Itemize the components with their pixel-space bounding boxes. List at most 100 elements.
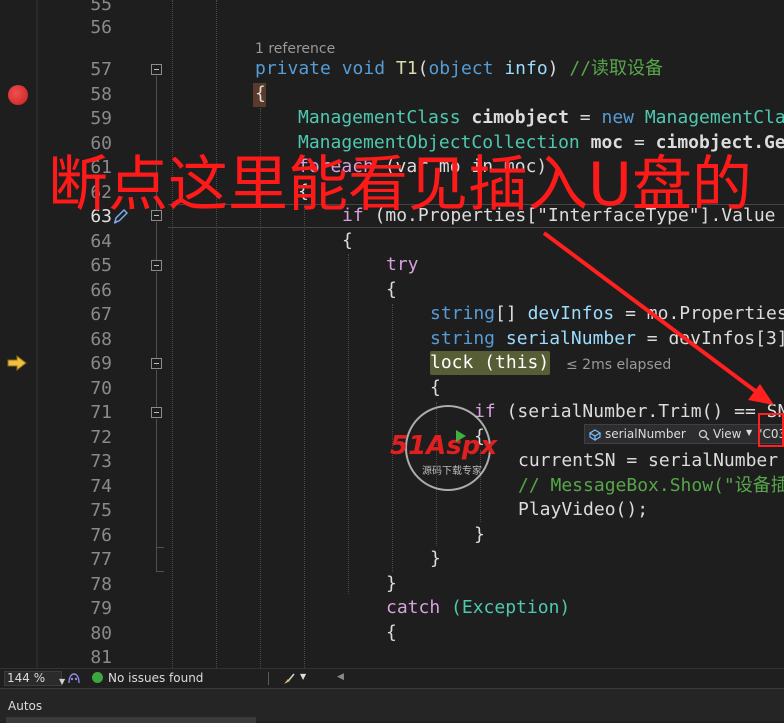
code-token: object — [428, 58, 494, 79]
chevron-down-icon[interactable]: ▼ — [300, 672, 306, 681]
breakpoint-icon[interactable] — [8, 85, 28, 105]
code-line-66[interactable]: { — [386, 278, 397, 302]
line-number: 66 — [90, 280, 112, 301]
code-token: devInfos — [527, 303, 615, 324]
line-number: 56 — [90, 17, 112, 38]
code-token: [] — [495, 303, 517, 324]
code-token: void — [341, 58, 386, 79]
code-line-73[interactable]: currentSN = serialNumber — [518, 449, 778, 473]
code-token: ( — [417, 58, 429, 79]
line-number: 78 — [90, 574, 112, 595]
code-line-58[interactable]: { — [255, 82, 266, 106]
fold-toggle[interactable] — [151, 64, 162, 75]
code-line-79[interactable]: catch (Exception) — [386, 596, 570, 620]
code-line-76[interactable]: } — [474, 523, 485, 547]
editor-status-bar: 144 % ▼ No issues found ▼ ◀ — [0, 668, 784, 688]
annotation-text: 断点这里能看见插入U盘的 — [48, 150, 752, 220]
line-number: 80 — [90, 623, 112, 644]
field-icon — [589, 429, 601, 441]
code-line-80[interactable]: { — [386, 621, 397, 645]
autos-panel-edge — [6, 717, 256, 723]
code-token: = mo.Properties — [625, 303, 784, 324]
fold-toggle[interactable] — [151, 407, 162, 418]
indent-guide — [216, 0, 217, 668]
issues-label: No issues found — [108, 671, 204, 685]
datatip-view-button[interactable]: View — [713, 427, 741, 441]
status-divider — [268, 672, 269, 685]
code-line-78[interactable]: } — [386, 572, 397, 596]
code-token: } — [474, 524, 485, 545]
line-number: 79 — [90, 598, 112, 619]
code-token: ManagementClass — [298, 107, 461, 128]
line-number: 75 — [90, 500, 112, 521]
code-line-65[interactable]: try — [386, 253, 419, 277]
code-line-67[interactable]: string[] devInfos = mo.Properties — [430, 302, 784, 326]
fold-line — [156, 222, 157, 260]
code-editor[interactable]: 55 56 57 58 59 60 61 62 63 64 65 66 67 6… — [0, 0, 784, 668]
line-number: 58 — [90, 84, 112, 105]
code-token: } — [386, 573, 397, 594]
fold-line — [156, 370, 157, 407]
line-number: 81 — [90, 647, 112, 668]
code-line-68[interactable]: string serialNumber = devInfos[3] — [430, 327, 784, 351]
code-token: private — [255, 58, 331, 79]
code-token: (serialNumber.Trim() == SN — [506, 401, 784, 422]
code-line-77[interactable]: } — [430, 547, 441, 571]
code-token: cimobject — [471, 107, 569, 128]
code-comment: //读取设备 — [569, 58, 664, 79]
copilot-icon[interactable] — [67, 672, 81, 685]
zoom-value: 144 % — [7, 671, 46, 685]
code-token: { — [255, 83, 266, 104]
line-number: 76 — [90, 525, 112, 546]
code-line-71[interactable]: if (serialNumber.Trim() == SN — [474, 400, 784, 424]
issues-indicator[interactable]: No issues found — [92, 671, 204, 685]
execution-arrow-icon[interactable] — [7, 355, 27, 371]
fold-line — [156, 419, 157, 571]
code-line-75[interactable]: PlayVideo(); — [518, 498, 648, 522]
line-number: 67 — [90, 304, 112, 325]
datatip[interactable]: serialNumber View ▼ "C03 — [584, 424, 784, 444]
brush-icon[interactable] — [282, 672, 296, 685]
code-line-64[interactable]: { — [342, 229, 353, 253]
line-number: 65 — [90, 255, 112, 276]
scroll-left-icon[interactable]: ◀ — [337, 672, 344, 682]
code-token: { — [386, 279, 397, 300]
line-number: 59 — [90, 108, 112, 129]
code-token: info — [504, 58, 548, 79]
code-token: lock (this) — [430, 352, 550, 373]
code-line-59[interactable]: ManagementClass cimobject = new Manageme… — [298, 106, 784, 130]
autos-title: Autos — [8, 699, 43, 713]
line-number: 55 — [90, 0, 112, 15]
codelens-references[interactable]: 1 reference — [255, 41, 335, 57]
search-icon[interactable] — [698, 429, 710, 441]
line-number: 70 — [90, 378, 112, 399]
indent-guide — [348, 254, 349, 594]
chevron-down-icon[interactable]: ▼ — [746, 428, 752, 437]
code-line-69[interactable]: lock (this) — [430, 351, 549, 375]
code-token: new — [601, 107, 634, 128]
annotation-highlight-box — [758, 413, 784, 447]
code-token: try — [386, 254, 419, 275]
check-circle-icon — [92, 672, 103, 683]
code-line-57[interactable]: private void T1(object info) //读取设备 — [255, 57, 663, 81]
fold-toggle[interactable] — [151, 260, 162, 271]
line-number: 71 — [90, 402, 112, 423]
code-token: { — [386, 622, 397, 643]
code-token: = devInfos[3] — [646, 328, 784, 349]
code-line-74[interactable]: // MessageBox.Show("设备插 — [518, 474, 784, 498]
zoom-dropdown[interactable]: 144 % ▼ — [4, 671, 65, 686]
code-token: string — [430, 328, 496, 349]
datatip-variable: serialNumber — [605, 427, 686, 441]
fold-line — [156, 272, 157, 358]
autos-window[interactable]: Autos — [0, 688, 784, 723]
code-token: currentSN = serialNumber — [518, 450, 779, 471]
fold-toggle[interactable] — [151, 358, 162, 369]
line-number: 77 — [90, 549, 112, 570]
code-line-70[interactable]: { — [430, 376, 441, 400]
fold-end — [156, 547, 164, 548]
code-token: catch — [386, 597, 441, 618]
watermark-logo: 51Aspx 源码下载专家 — [390, 405, 498, 491]
line-number: 73 — [90, 451, 112, 472]
perf-tip-elapsed[interactable]: ≤ 2ms elapsed — [566, 357, 671, 373]
fold-end — [156, 571, 164, 572]
